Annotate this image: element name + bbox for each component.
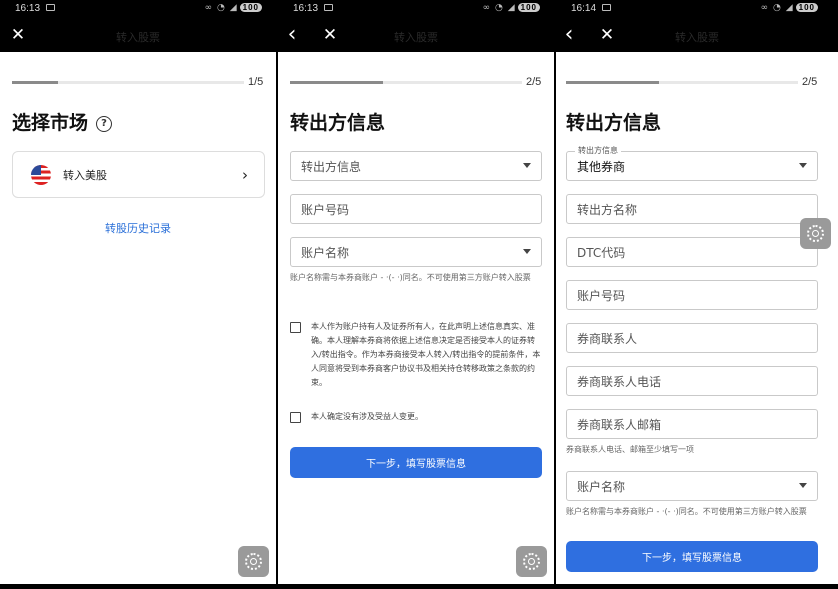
- progress-bar: [12, 81, 244, 84]
- step-indicator: 2/5: [526, 76, 542, 88]
- settings-button[interactable]: [238, 546, 269, 577]
- account-name-hint: 账户名称需与本券商账户 - ·(- ·)同名。不可使用第三方账户转入股票: [566, 507, 807, 516]
- help-icon[interactable]: ?: [96, 115, 113, 132]
- page-title: 转出方信息: [290, 112, 386, 134]
- caret-down-icon: [523, 249, 531, 254]
- next-button[interactable]: 下一步，填写股票信息: [290, 447, 542, 478]
- transferor-value: 其他券商: [577, 159, 626, 174]
- status-time: 16:13: [15, 3, 41, 14]
- account-name-select[interactable]: 账户名称: [566, 471, 818, 501]
- screen-select-market: 16:13 ∞ ◔ ◢ 100 ✕ 转入股票 1/5 选择市场? 转入美股 › 转…: [0, 0, 276, 584]
- account-name-placeholder: 账户名称: [301, 245, 350, 260]
- declaration-text: 本人作为账户持有人及证券所有人，在此声明上述信息真实、准确。本人理解本券商将依据…: [311, 322, 541, 387]
- screenshot-icon: [324, 4, 333, 11]
- account-name-select[interactable]: 账户名称: [290, 237, 542, 267]
- network-icons: ∞ ◔ ◢: [482, 3, 516, 13]
- gear-icon: [807, 225, 824, 242]
- declaration-checkbox[interactable]: [290, 322, 301, 333]
- settings-button[interactable]: [800, 218, 831, 249]
- caret-down-icon: [799, 483, 807, 488]
- declaration-check-row: 本人作为账户持有人及证券所有人，在此声明上述信息真实、准确。本人理解本券商将依据…: [290, 320, 542, 390]
- battery-icon: 100: [239, 3, 262, 12]
- header-title: 转入股票: [394, 31, 438, 44]
- battery-icon: 100: [517, 3, 540, 12]
- chevron-right-icon: ›: [242, 165, 248, 184]
- screen-transferor-info: 16:13 ∞ ◔ ◢ 100 ‹ ✕ 转入股票 2/5 转出方信息 转出方信息 …: [278, 0, 554, 584]
- account-name-placeholder: 账户名称: [577, 479, 626, 494]
- battery-icon: 100: [795, 3, 818, 12]
- account-number-field[interactable]: 账户号码: [566, 280, 818, 310]
- transferor-label: 转出方信息: [575, 145, 621, 156]
- next-button[interactable]: 下一步，填写股票信息: [566, 541, 818, 572]
- page-title: 转出方信息: [566, 112, 662, 134]
- screenshot-icon: [46, 4, 55, 11]
- page-title: 选择市场?: [12, 108, 113, 135]
- transferor-select[interactable]: 转出方信息 其他券商: [566, 145, 818, 181]
- dtc-code-field[interactable]: DTC代码: [566, 237, 818, 267]
- transfer-history-link[interactable]: 转股历史记录: [0, 220, 276, 236]
- top-bar: 16:13 ∞ ◔ ◢ 100 ‹ ✕ 转入股票: [278, 0, 554, 52]
- header-title: 转入股票: [116, 31, 160, 44]
- transferor-placeholder: 转出方信息: [301, 159, 362, 174]
- progress-bar: [566, 81, 798, 84]
- contact-hint: 券商联系人电话、邮箱至少填写一项: [566, 445, 694, 454]
- step-indicator: 2/5: [802, 76, 818, 88]
- progress-fill: [12, 81, 59, 84]
- broker-email-placeholder: 券商联系人邮箱: [577, 417, 662, 432]
- broker-contact-placeholder: 券商联系人: [577, 331, 638, 346]
- status-time: 16:14: [571, 3, 597, 14]
- screenshot-icon: [602, 4, 611, 11]
- broker-phone-field[interactable]: 券商联系人电话: [566, 366, 818, 396]
- status-icons: ∞ ◔ ◢ 100: [483, 3, 540, 13]
- us-flag-icon: [31, 164, 51, 185]
- step-indicator: 1/5: [248, 76, 264, 88]
- beneficiary-checkbox[interactable]: [290, 412, 301, 423]
- account-number-placeholder: 账户号码: [301, 202, 350, 217]
- screen-transferor-info-other-broker: 16:14 ∞ ◔ ◢ 100 ‹ ✕ 转入股票 2/5 转出方信息 转出方信息 …: [556, 0, 838, 584]
- top-bar: 16:14 ∞ ◔ ◢ 100 ‹ ✕ 转入股票: [556, 0, 838, 52]
- progress-fill: [290, 81, 383, 84]
- beneficiary-text: 本人确定没有涉及受益人变更。: [311, 412, 423, 421]
- market-us-option[interactable]: 转入美股 ›: [12, 151, 265, 198]
- transferor-select[interactable]: 转出方信息: [290, 151, 542, 181]
- transferor-name-placeholder: 转出方名称: [577, 202, 638, 217]
- account-number-placeholder: 账户号码: [577, 288, 626, 303]
- page-title-text: 选择市场: [12, 112, 89, 134]
- gear-icon: [245, 553, 262, 570]
- header-title: 转入股票: [675, 31, 719, 44]
- network-icons: ∞ ◔ ◢: [760, 3, 794, 13]
- broker-phone-placeholder: 券商联系人电话: [577, 374, 662, 389]
- broker-email-field[interactable]: 券商联系人邮箱: [566, 409, 818, 439]
- settings-button[interactable]: [516, 546, 547, 577]
- account-name-hint: 账户名称需与本券商账户 - ·(- ·)同名。不可使用第三方账户转入股票: [290, 273, 531, 282]
- status-icons: ∞ ◔ ◢ 100: [205, 3, 262, 13]
- status-time: 16:13: [293, 3, 319, 14]
- progress-fill: [566, 81, 659, 84]
- broker-contact-field[interactable]: 券商联系人: [566, 323, 818, 353]
- beneficiary-check-row: 本人确定没有涉及受益人变更。: [290, 410, 542, 424]
- dtc-code-placeholder: DTC代码: [577, 245, 626, 260]
- network-icons: ∞ ◔ ◢: [204, 3, 238, 13]
- caret-down-icon: [799, 163, 807, 168]
- transferor-name-field[interactable]: 转出方名称: [566, 194, 818, 224]
- market-label: 转入美股: [63, 168, 107, 182]
- gear-icon: [523, 553, 540, 570]
- top-bar: 16:13 ∞ ◔ ◢ 100 ✕ 转入股票: [0, 0, 276, 52]
- caret-down-icon: [523, 163, 531, 168]
- status-icons: ∞ ◔ ◢ 100: [761, 3, 818, 13]
- account-number-field[interactable]: 账户号码: [290, 194, 542, 224]
- progress-bar: [290, 81, 522, 84]
